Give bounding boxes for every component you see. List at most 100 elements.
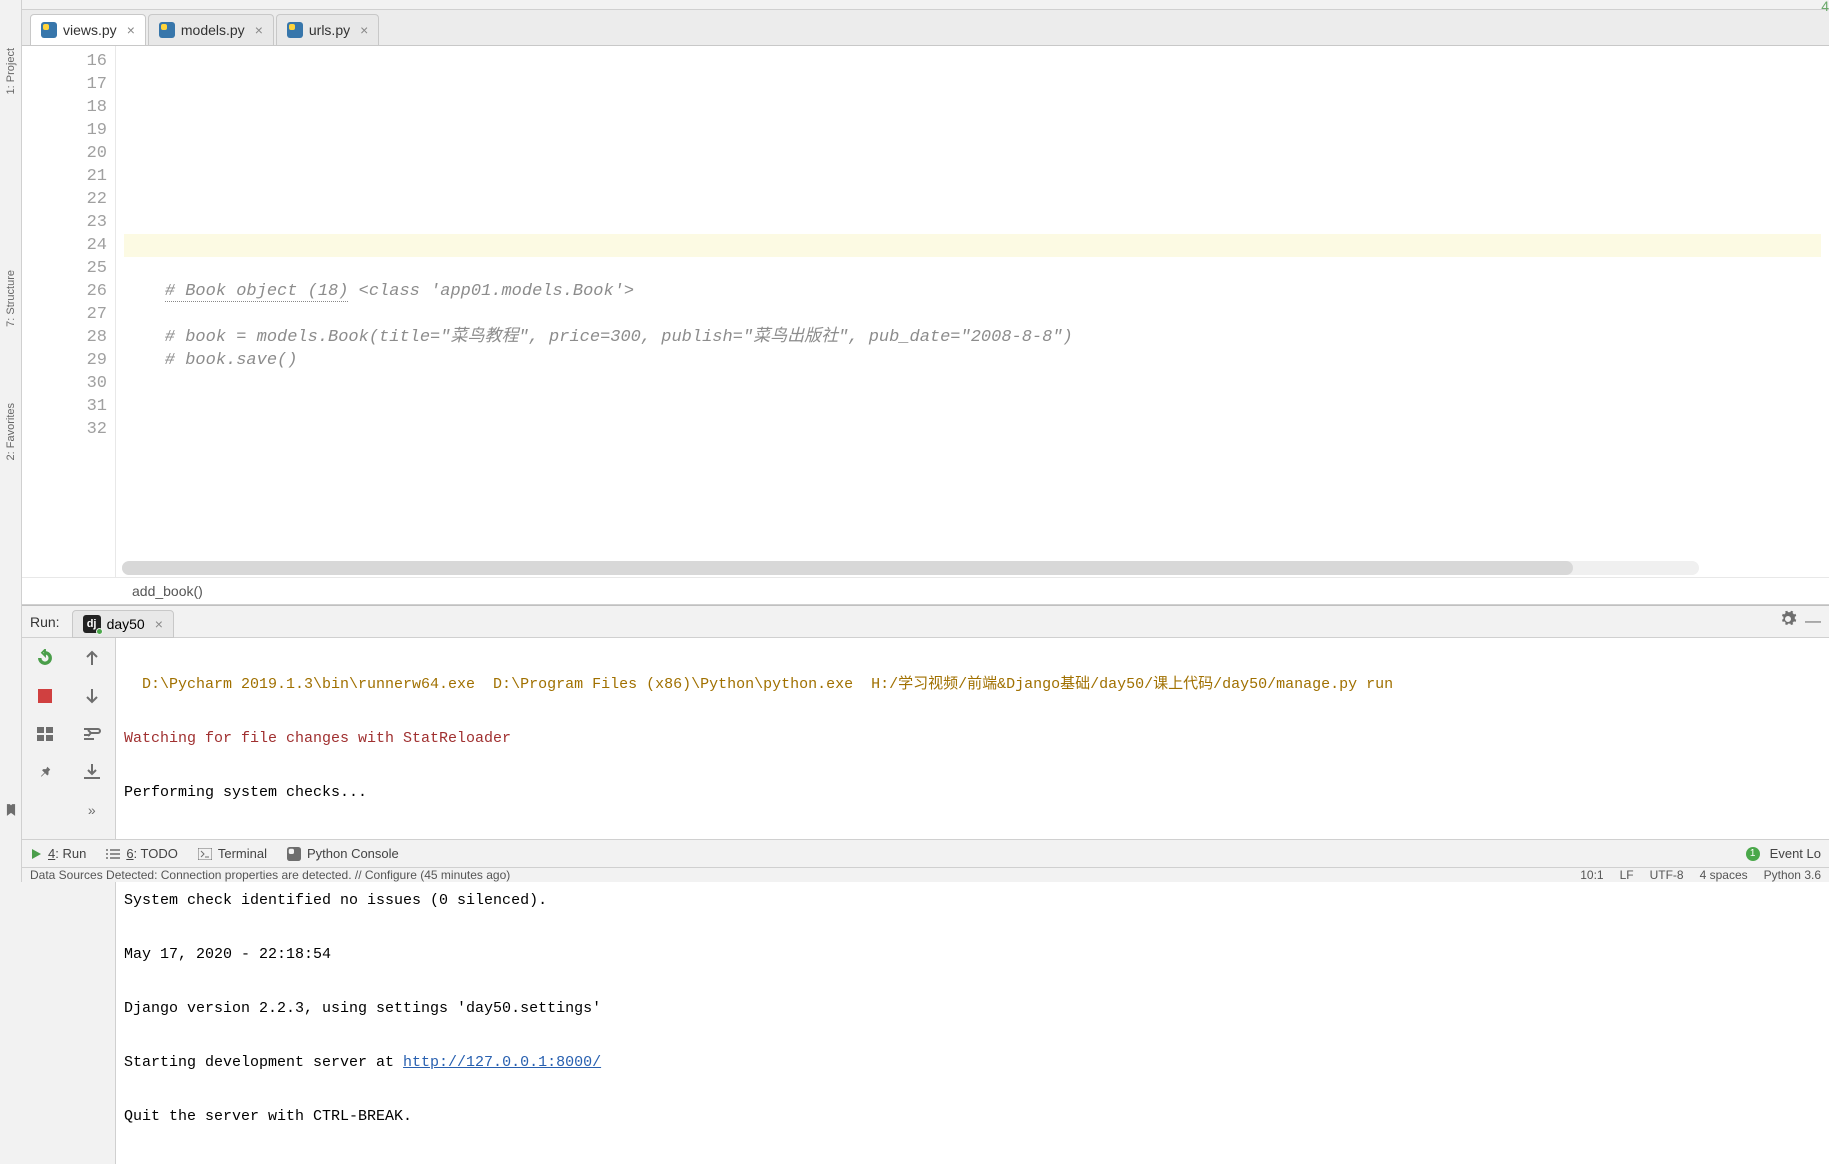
sidebar-project-label[interactable]: 1: Project xyxy=(5,48,17,94)
bookmark-icon[interactable] xyxy=(0,798,23,822)
run-tool-button[interactable]: 4: Run xyxy=(30,846,86,861)
sidebar-structure-label[interactable]: 7: Structure xyxy=(5,270,17,327)
run-controls: » xyxy=(22,638,116,1164)
code-line[interactable] xyxy=(124,303,1821,326)
console-line: May 17, 2020 - 22:18:54 xyxy=(124,946,1821,964)
line-number: 27 xyxy=(26,303,107,326)
close-icon[interactable]: × xyxy=(360,22,368,38)
line-number: 24 xyxy=(26,234,107,257)
python-file-icon xyxy=(287,22,303,38)
line-separator[interactable]: LF xyxy=(1620,868,1634,882)
run-header: Run: dj day50 × — xyxy=(22,606,1829,638)
code-line[interactable] xyxy=(124,395,1821,418)
code-line[interactable] xyxy=(124,257,1821,280)
event-log-button[interactable]: 1 Event Lo xyxy=(1746,846,1821,861)
breadcrumb-function: add_book() xyxy=(132,583,203,599)
line-number: 21 xyxy=(26,165,107,188)
rerun-button[interactable] xyxy=(33,646,57,670)
code-line[interactable] xyxy=(124,211,1821,234)
console-line: System check identified no issues (0 sil… xyxy=(124,892,1821,910)
code-line[interactable] xyxy=(124,119,1821,142)
code-content[interactable]: # Book object (18) <class 'app01.models.… xyxy=(116,46,1829,577)
line-number: 32 xyxy=(26,418,107,441)
line-number: 30 xyxy=(26,372,107,395)
breadcrumb-bar xyxy=(22,0,1829,10)
minimize-icon[interactable]: — xyxy=(1805,613,1821,631)
python-console-tool-button[interactable]: Python Console xyxy=(287,846,399,861)
code-breadcrumb[interactable]: add_book() xyxy=(22,577,1829,605)
server-url-link[interactable]: http://127.0.0.1:8000/ xyxy=(403,1054,601,1071)
sidebar-favorites-label[interactable]: 2: Favorites xyxy=(5,403,17,460)
run-tab-label: day50 xyxy=(107,616,145,632)
python-file-icon xyxy=(159,22,175,38)
stop-button[interactable] xyxy=(33,684,57,708)
down-arrow-icon[interactable] xyxy=(80,684,104,708)
layout-icon[interactable] xyxy=(33,722,57,746)
notification-badge: 1 xyxy=(1746,847,1760,861)
code-line[interactable] xyxy=(124,73,1821,96)
tab-label: views.py xyxy=(63,22,117,38)
tab-models-py[interactable]: models.py × xyxy=(148,14,274,45)
line-number: 18 xyxy=(26,96,107,119)
code-line[interactable]: # Book object (18) <class 'app01.models.… xyxy=(124,280,1821,303)
line-gutter: 1617181920212223242526272829303132 xyxy=(22,46,116,577)
tab-label: models.py xyxy=(181,22,245,38)
code-line[interactable] xyxy=(124,96,1821,119)
code-line[interactable]: # book = models.Book(title="菜鸟教程", price… xyxy=(124,326,1821,349)
code-line[interactable] xyxy=(124,418,1821,441)
todo-tool-button[interactable]: 6: TODO xyxy=(106,846,178,861)
console-line: Quit the server with CTRL-BREAK. xyxy=(124,1108,1821,1126)
indent-setting[interactable]: 4 spaces xyxy=(1700,868,1748,882)
code-line[interactable] xyxy=(124,165,1821,188)
run-tab[interactable]: dj day50 × xyxy=(72,610,174,638)
line-number: 28 xyxy=(26,326,107,349)
line-number: 31 xyxy=(26,395,107,418)
close-icon[interactable]: × xyxy=(255,22,263,38)
inspection-badge[interactable]: 4 xyxy=(1821,0,1829,14)
bottom-toolbar: 4: Run 6: TODO Terminal Python Console 1… xyxy=(22,839,1829,867)
run-tool-window: Run: dj day50 × — xyxy=(22,605,1829,839)
code-editor[interactable]: 1617181920212223242526272829303132 # Boo… xyxy=(22,46,1829,577)
console-line: Django version 2.2.3, using settings 'da… xyxy=(124,1000,1821,1018)
caret-position[interactable]: 10:1 xyxy=(1580,868,1603,882)
status-message[interactable]: Data Sources Detected: Connection proper… xyxy=(30,868,1564,882)
code-line[interactable] xyxy=(124,50,1821,73)
console-line: Watching for file changes with StatReloa… xyxy=(124,730,1821,748)
tab-urls-py[interactable]: urls.py × xyxy=(276,14,379,45)
line-number: 23 xyxy=(26,211,107,234)
soft-wrap-icon[interactable] xyxy=(80,722,104,746)
scroll-to-end-icon[interactable] xyxy=(80,760,104,784)
code-line[interactable] xyxy=(124,234,1821,257)
python-file-icon xyxy=(41,22,57,38)
console-line: D:\Pycharm 2019.1.3\bin\runnerw64.exe D:… xyxy=(124,676,1821,694)
line-number: 22 xyxy=(26,188,107,211)
code-line[interactable] xyxy=(124,188,1821,211)
django-icon: dj xyxy=(83,615,101,633)
left-tool-sidebar: 1: Project 7: Structure 2: Favorites xyxy=(0,0,22,882)
status-bar: Data Sources Detected: Connection proper… xyxy=(22,867,1829,882)
console-line: Starting development server at http://12… xyxy=(124,1054,1821,1072)
console-output[interactable]: D:\Pycharm 2019.1.3\bin\runnerw64.exe D:… xyxy=(116,638,1829,1164)
pin-icon[interactable] xyxy=(33,760,57,784)
line-number: 17 xyxy=(26,73,107,96)
close-icon[interactable]: × xyxy=(127,22,135,38)
more-icon[interactable]: » xyxy=(80,798,104,822)
scrollbar-thumb[interactable] xyxy=(122,561,1573,575)
horizontal-scrollbar[interactable] xyxy=(122,561,1699,575)
line-number: 26 xyxy=(26,280,107,303)
line-number: 25 xyxy=(26,257,107,280)
code-line[interactable]: # book.save() xyxy=(124,349,1821,372)
close-icon[interactable]: × xyxy=(155,616,163,632)
console-line: Performing system checks... xyxy=(124,784,1821,802)
gear-icon[interactable] xyxy=(1779,610,1797,633)
code-line[interactable] xyxy=(124,372,1821,395)
python-interpreter[interactable]: Python 3.6 xyxy=(1764,868,1821,882)
run-label: Run: xyxy=(30,614,60,630)
tab-views-py[interactable]: views.py × xyxy=(30,14,146,45)
code-line[interactable] xyxy=(124,142,1821,165)
file-encoding[interactable]: UTF-8 xyxy=(1650,868,1684,882)
line-number: 16 xyxy=(26,50,107,73)
tab-label: urls.py xyxy=(309,22,350,38)
terminal-tool-button[interactable]: Terminal xyxy=(198,846,267,861)
up-arrow-icon[interactable] xyxy=(80,646,104,670)
